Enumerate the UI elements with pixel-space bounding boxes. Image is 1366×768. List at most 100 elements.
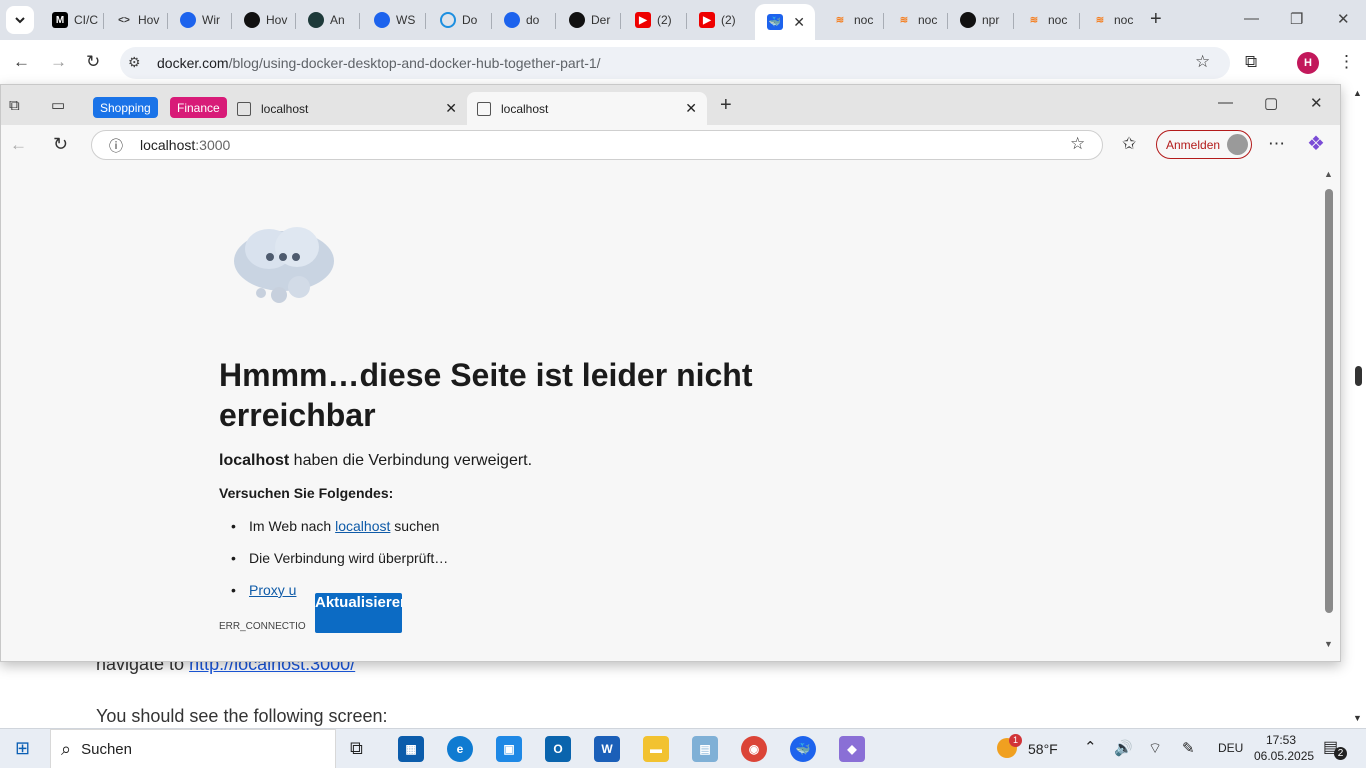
scroll-down-icon[interactable]: ▼ <box>1324 639 1333 649</box>
reload-icon[interactable]: ↻ <box>86 52 100 72</box>
chrome-tab[interactable]: An <box>296 6 360 34</box>
finance-pill[interactable]: Finance <box>170 97 227 118</box>
favorite-star-icon[interactable]: ☆ <box>1070 134 1085 154</box>
new-tab-icon[interactable]: + <box>720 94 732 117</box>
language-indicator[interactable]: DEU <box>1218 741 1243 755</box>
scroll-up-icon[interactable]: ▲ <box>1324 169 1333 179</box>
chevron-up-icon[interactable]: ⌃ <box>1084 738 1097 756</box>
chrome-tab[interactable]: WS <box>362 6 426 34</box>
volume-icon[interactable]: 🔊 <box>1114 739 1133 757</box>
more-dots-icon[interactable]: ⋯ <box>1268 134 1285 154</box>
url-path: /blog/using-docker-desktop-and-docker-hu… <box>228 55 601 71</box>
close-tab-icon[interactable]: ✕ <box>793 14 805 31</box>
close-window-icon[interactable]: ✕ <box>1337 10 1350 28</box>
chrome-tab[interactable]: ≋ noc <box>1080 6 1144 34</box>
chrome-url[interactable]: docker.com/blog/using-docker-desktop-and… <box>157 55 601 71</box>
app-icon[interactable]: ◆ <box>839 736 865 762</box>
edge-tab-1[interactable]: localhost ✕ <box>227 92 467 125</box>
error-message: localhost haben die Verbindung verweiger… <box>219 452 532 470</box>
menu-dots-icon[interactable]: ⋮ <box>1338 52 1355 72</box>
chrome-tab-active[interactable]: 🐳 ✕ <box>755 4 815 40</box>
windows-taskbar: ⊞ ⌕ Suchen ⧉ ▦ e ▣ O W ▬ ▤ ◉ 🐳 ◆ 1 58°F … <box>0 728 1366 768</box>
url-port: :3000 <box>195 137 231 153</box>
word-icon[interactable]: W <box>594 736 620 762</box>
widgets-icon[interactable]: ▣ <box>496 736 522 762</box>
new-tab-button[interactable]: + <box>1150 8 1162 31</box>
youtube-icon: ▶ <box>699 12 715 28</box>
chrome-tab[interactable]: M CI/C <box>40 6 104 34</box>
back-arrow-icon[interactable]: ← <box>13 52 30 72</box>
close-tab-icon[interactable]: ✕ <box>685 100 697 117</box>
scroll-down-icon[interactable]: ▼ <box>1353 713 1362 723</box>
notepad-icon[interactable]: ▤ <box>692 736 718 762</box>
favorites-icon[interactable]: ✩ <box>1122 134 1136 154</box>
search-icon: ⌕ <box>61 738 72 759</box>
extensions-icon[interactable]: ⧉ <box>1245 52 1257 72</box>
chrome-tab[interactable]: ≋ noc <box>1014 6 1080 34</box>
edge-address-bar[interactable] <box>91 130 1103 160</box>
tab-label: do <box>526 13 540 27</box>
store-icon[interactable]: ▦ <box>398 736 424 762</box>
reload-icon[interactable]: ↻ <box>53 134 68 155</box>
chrome-tab[interactable]: Hov <box>232 6 296 34</box>
chrome-tab[interactable]: Wir <box>168 6 232 34</box>
chrome-tab[interactable]: do <box>492 6 556 34</box>
chrome-tab[interactable]: ▶ (2) <box>623 6 687 34</box>
restore-icon[interactable]: ❐ <box>1290 10 1303 28</box>
reload-page-button[interactable]: Aktualisieren <box>315 593 402 633</box>
wifi-icon[interactable]: ⌔ <box>1148 739 1162 758</box>
chrome-tab[interactable]: ≋ noc <box>884 6 948 34</box>
copilot-icon[interactable]: ❖ <box>1307 131 1325 156</box>
tab-actions-icon[interactable]: ▭ <box>51 96 65 114</box>
chrome-tab[interactable]: npr <box>948 6 1014 34</box>
chrome-scrollbar-thumb[interactable] <box>1355 366 1362 386</box>
tab-label: Der <box>591 13 611 27</box>
docker-desktop-icon[interactable]: 🐳 <box>790 736 816 762</box>
minimize-icon[interactable]: — <box>1244 10 1259 27</box>
bookmark-star-icon[interactable]: ☆ <box>1195 52 1210 72</box>
pen-icon[interactable]: ✎ <box>1182 739 1195 757</box>
tab-search-button[interactable] <box>6 6 34 34</box>
chrome-tab[interactable]: <> Hov <box>104 6 168 34</box>
edge-toolbar: ← ↻ ⓘ localhost:3000 ☆ ✩ Anmelden ⋯ ❖ <box>1 125 1340 165</box>
workspaces-icon[interactable]: ⧉ <box>9 97 20 114</box>
chrome-tab[interactable]: ≋ noc <box>820 6 884 34</box>
forward-arrow-icon[interactable]: → <box>50 52 67 72</box>
blog-text-screen: You should see the following screen: <box>96 706 388 726</box>
taskbar-search[interactable]: ⌕ Suchen <box>50 729 336 768</box>
signin-button[interactable]: Anmelden <box>1156 130 1252 159</box>
tab-label: (2) <box>657 13 672 27</box>
edge-tab-2-active[interactable]: localhost ✕ <box>467 92 707 125</box>
chrome-tab[interactable]: Der <box>557 6 621 34</box>
tab-label: Do <box>462 13 478 27</box>
info-icon[interactable]: ⓘ <box>109 136 123 156</box>
maximize-icon[interactable]: ▢ <box>1264 94 1278 112</box>
search-localhost-link[interactable]: localhost <box>335 518 390 534</box>
scroll-up-icon[interactable]: ▲ <box>1353 88 1362 98</box>
clock-time[interactable]: 17:53 <box>1266 733 1296 747</box>
close-window-icon[interactable]: ✕ <box>1310 94 1323 112</box>
task-view-icon[interactable]: ⧉ <box>350 738 363 759</box>
edge-scrollbar-thumb[interactable] <box>1325 189 1333 613</box>
chrome-tab[interactable]: Do <box>428 6 492 34</box>
tab-label: localhost <box>501 101 549 116</box>
tab-label: Hov <box>138 13 160 27</box>
shopping-pill[interactable]: Shopping <box>93 97 158 118</box>
windows-start-icon[interactable]: ⊞ <box>15 738 30 759</box>
minimize-icon[interactable]: — <box>1218 94 1233 111</box>
site-settings-icon[interactable]: ⚙ <box>128 54 141 71</box>
back-arrow-icon[interactable]: ← <box>10 135 27 155</box>
chrome-tab[interactable]: ▶ (2) <box>687 6 755 34</box>
edge-url[interactable]: localhost:3000 <box>140 137 230 153</box>
chrome-icon[interactable]: ◉ <box>741 736 767 762</box>
chrome-scrollbar[interactable] <box>1352 84 1366 728</box>
url-host: localhost <box>140 137 196 153</box>
profile-avatar[interactable]: H <box>1297 52 1319 74</box>
outlook-icon[interactable]: O <box>545 736 571 762</box>
edge-icon[interactable]: e <box>447 736 473 762</box>
close-tab-icon[interactable]: ✕ <box>445 100 457 117</box>
proxy-settings-link[interactable]: Proxy u <box>249 582 296 598</box>
clock-date[interactable]: 06.05.2025 <box>1254 749 1314 763</box>
file-explorer-icon[interactable]: ▬ <box>643 736 669 762</box>
weather-temp[interactable]: 58°F <box>1028 741 1058 757</box>
